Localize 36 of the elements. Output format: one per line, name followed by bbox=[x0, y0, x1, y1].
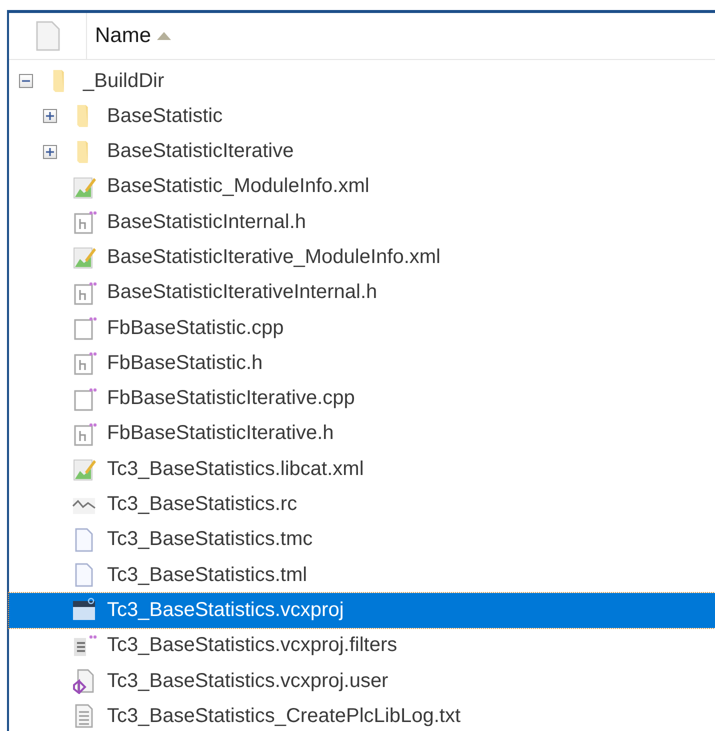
tree-row[interactable]: BaseStatisticIterative bbox=[9, 134, 715, 170]
tree-row[interactable]: BaseStatisticInternal.h bbox=[9, 204, 715, 240]
tree-row[interactable]: FbBaseStatisticIterative.cpp bbox=[9, 381, 715, 416]
tree-row[interactable]: FbBaseStatistic.cpp bbox=[9, 310, 715, 346]
source-file-icon bbox=[71, 386, 97, 412]
source-file-icon bbox=[71, 315, 97, 342]
header-file-icon bbox=[71, 209, 97, 236]
tree-row[interactable]: Tc3_BaseStatistics.vcxproj.user bbox=[9, 663, 715, 699]
header-file-icon bbox=[71, 420, 97, 447]
tree-row[interactable]: Tc3_BaseStatistics_CreatePlcLibLog.txt bbox=[9, 698, 715, 731]
plus-icon bbox=[45, 111, 55, 122]
expand-toggle[interactable] bbox=[43, 109, 57, 124]
header-file-icon bbox=[71, 350, 97, 376]
tree-row[interactable]: BaseStatistic bbox=[9, 98, 715, 134]
tree-row[interactable]: Tc3_BaseStatistics.rc bbox=[9, 486, 715, 522]
tree-row[interactable]: FbBaseStatistic.h bbox=[9, 346, 715, 382]
filters-file-icon bbox=[71, 632, 97, 659]
expand-toggle[interactable] bbox=[43, 144, 57, 159]
file-type-icon bbox=[36, 21, 60, 52]
folder-icon bbox=[77, 105, 88, 128]
header-file-icon bbox=[71, 280, 97, 306]
tree-row[interactable]: BaseStatistic_ModuleInfo.xml bbox=[9, 169, 715, 205]
tree-row[interactable]: Tc3_BaseStatistics.vcxproj bbox=[9, 592, 715, 628]
name-column-header[interactable]: Name bbox=[87, 13, 172, 60]
plus-icon bbox=[45, 146, 55, 157]
tree-row[interactable]: BaseStatisticIterative_ModuleInfo.xml bbox=[9, 240, 715, 276]
tree-row[interactable]: BaseStatisticIterativeInternal.h bbox=[9, 275, 715, 310]
tree-row[interactable]: Tc3_BaseStatistics.libcat.xml bbox=[9, 452, 715, 487]
folder-icon bbox=[53, 70, 64, 92]
collapse-toggle[interactable] bbox=[19, 74, 33, 88]
folder-icon bbox=[77, 140, 88, 163]
tree-row[interactable]: Tc3_BaseStatistics.vcxproj.filters bbox=[9, 628, 715, 664]
tree-row[interactable]: _BuildDir bbox=[9, 63, 715, 99]
tree-row[interactable]: FbBaseStatisticIterative.h bbox=[9, 416, 715, 452]
tree-row[interactable]: Tc3_BaseStatistics.tml bbox=[9, 558, 715, 593]
tree-row[interactable]: Tc3_BaseStatistics.tmc bbox=[9, 522, 715, 558]
